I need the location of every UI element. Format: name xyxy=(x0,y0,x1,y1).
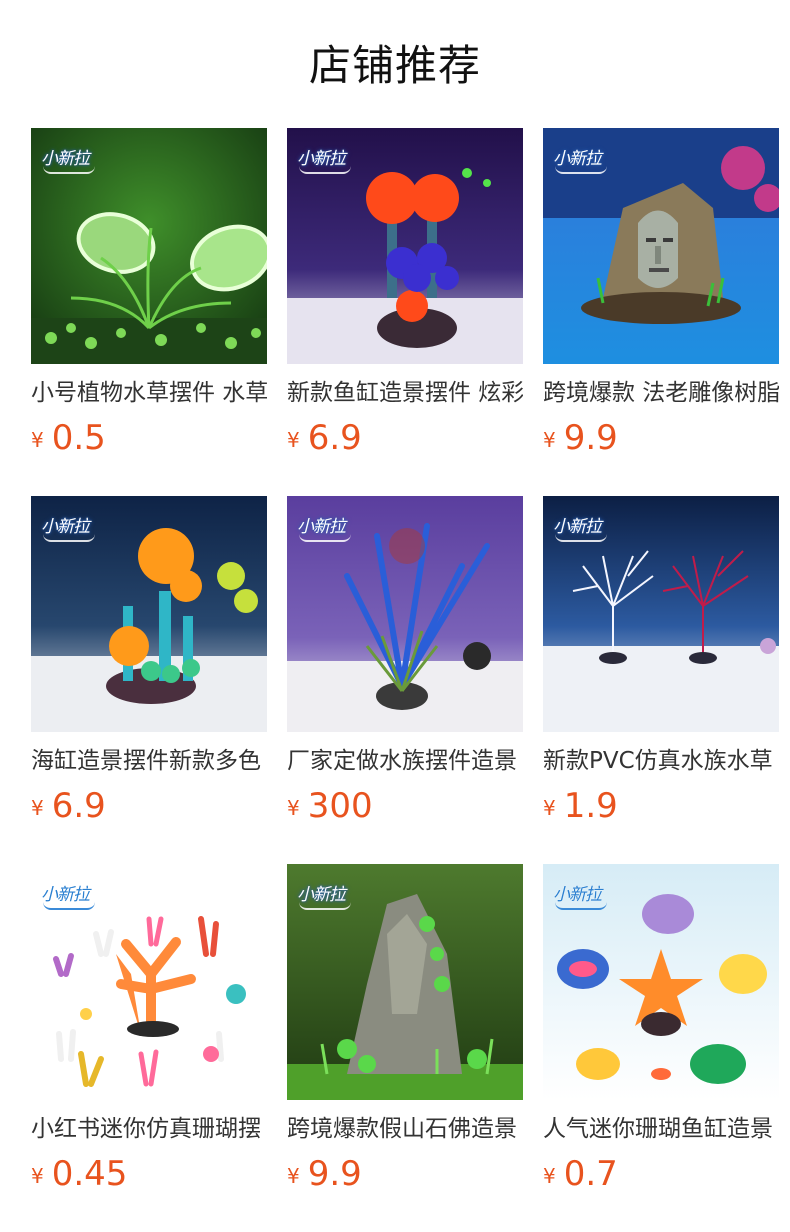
product-image[interactable]: 小新拉 xyxy=(287,128,523,364)
product-card[interactable]: 小新拉 人气迷你珊瑚鱼缸造景 ¥0.7 xyxy=(543,864,779,1232)
product-title[interactable]: 厂家定做水族摆件造景 xyxy=(287,746,523,776)
brand-logo-swoosh xyxy=(299,166,351,174)
brand-logo-swoosh xyxy=(555,534,607,542)
currency-symbol: ¥ xyxy=(287,1164,300,1188)
product-image[interactable]: 小新拉 xyxy=(31,128,267,364)
brand-logo-swoosh xyxy=(43,902,95,910)
product-title[interactable]: 海缸造景摆件新款多色 xyxy=(31,746,267,776)
brand-logo-swoosh xyxy=(555,166,607,174)
price-row: ¥9.9 xyxy=(543,418,779,458)
product-card[interactable]: 小新拉 海缸造景摆件新款多色 ¥6.9 xyxy=(31,496,267,864)
currency-symbol: ¥ xyxy=(543,796,556,820)
brand-logo-swoosh xyxy=(43,166,95,174)
product-title[interactable]: 跨境爆款 法老雕像树脂 xyxy=(543,378,779,408)
brand-logo-swoosh xyxy=(555,902,607,910)
product-image[interactable]: 小新拉 xyxy=(543,128,779,364)
price-row: ¥0.7 xyxy=(543,1154,779,1194)
product-grid: 小新拉 小号植物水草摆件 水草 ¥0.5 小新拉 新款鱼缸造景摆件 炫彩 ¥ 6… xyxy=(31,128,790,1232)
product-price: 9.9 xyxy=(307,1154,362,1194)
product-image[interactable]: 小新拉 xyxy=(287,496,523,732)
product-price: 6.9 xyxy=(307,418,362,458)
currency-symbol: ¥ xyxy=(287,796,300,820)
brand-logo-swoosh xyxy=(43,534,95,542)
currency-symbol: ¥ xyxy=(287,428,300,452)
product-card[interactable]: 小新拉 新款鱼缸造景摆件 炫彩 ¥6.9 xyxy=(287,128,523,496)
page-title: 店铺推荐 xyxy=(308,41,481,90)
price-row: ¥6.9 xyxy=(287,418,523,458)
currency-symbol: ¥ xyxy=(543,1164,556,1188)
product-title[interactable]: 新款鱼缸造景摆件 炫彩 xyxy=(287,378,523,408)
product-card[interactable]: 小新拉 小红书迷你仿真珊瑚摆 ¥0.45 xyxy=(31,864,267,1232)
product-card[interactable]: 小新拉 跨境爆款假山石佛造景 ¥9.9 xyxy=(287,864,523,1232)
price-row: ¥6.9 xyxy=(31,786,267,826)
product-price: 0.7 xyxy=(563,1154,618,1194)
product-image[interactable]: 小新拉 xyxy=(287,864,523,1100)
product-image[interactable]: 小新拉 xyxy=(31,864,267,1100)
price-row: ¥9.9 xyxy=(287,1154,523,1194)
currency-symbol: ¥ xyxy=(31,1164,44,1188)
product-title[interactable]: 人气迷你珊瑚鱼缸造景 xyxy=(543,1114,779,1144)
product-price: 0.5 xyxy=(51,418,106,458)
price-row: ¥0.5 xyxy=(31,418,267,458)
product-title[interactable]: 小号植物水草摆件 水草 xyxy=(31,378,267,408)
brand-logo-swoosh xyxy=(299,534,351,542)
product-card[interactable]: 小新拉 厂家定做水族摆件造景 ¥300 xyxy=(287,496,523,864)
currency-symbol: ¥ xyxy=(543,428,556,452)
product-image[interactable]: 小新拉 xyxy=(31,496,267,732)
product-image[interactable]: 小新拉 xyxy=(543,864,779,1100)
product-title[interactable]: 跨境爆款假山石佛造景 xyxy=(287,1114,523,1144)
product-price: 300 xyxy=(307,786,373,826)
product-card[interactable]: 小新拉 跨境爆款 法老雕像树脂 ¥9.9 xyxy=(543,128,779,496)
currency-symbol: ¥ xyxy=(31,796,44,820)
product-price: 1.9 xyxy=(563,786,618,826)
product-price: 6.9 xyxy=(51,786,106,826)
product-title[interactable]: 新款PVC仿真水族水草 xyxy=(543,746,779,776)
price-row: ¥0.45 xyxy=(31,1154,267,1194)
currency-symbol: ¥ xyxy=(31,428,44,452)
product-title[interactable]: 小红书迷你仿真珊瑚摆 xyxy=(31,1114,267,1144)
product-image[interactable]: 小新拉 xyxy=(543,496,779,732)
price-row: ¥300 xyxy=(287,786,523,826)
product-card[interactable]: 小新拉 小号植物水草摆件 水草 ¥0.5 xyxy=(31,128,267,496)
product-price: 9.9 xyxy=(563,418,618,458)
product-price: 0.45 xyxy=(51,1154,128,1194)
price-row: ¥1.9 xyxy=(543,786,779,826)
product-card[interactable]: 小新拉 新款PVC仿真水族水草 ¥1.9 xyxy=(543,496,779,864)
brand-logo-swoosh xyxy=(299,902,351,910)
